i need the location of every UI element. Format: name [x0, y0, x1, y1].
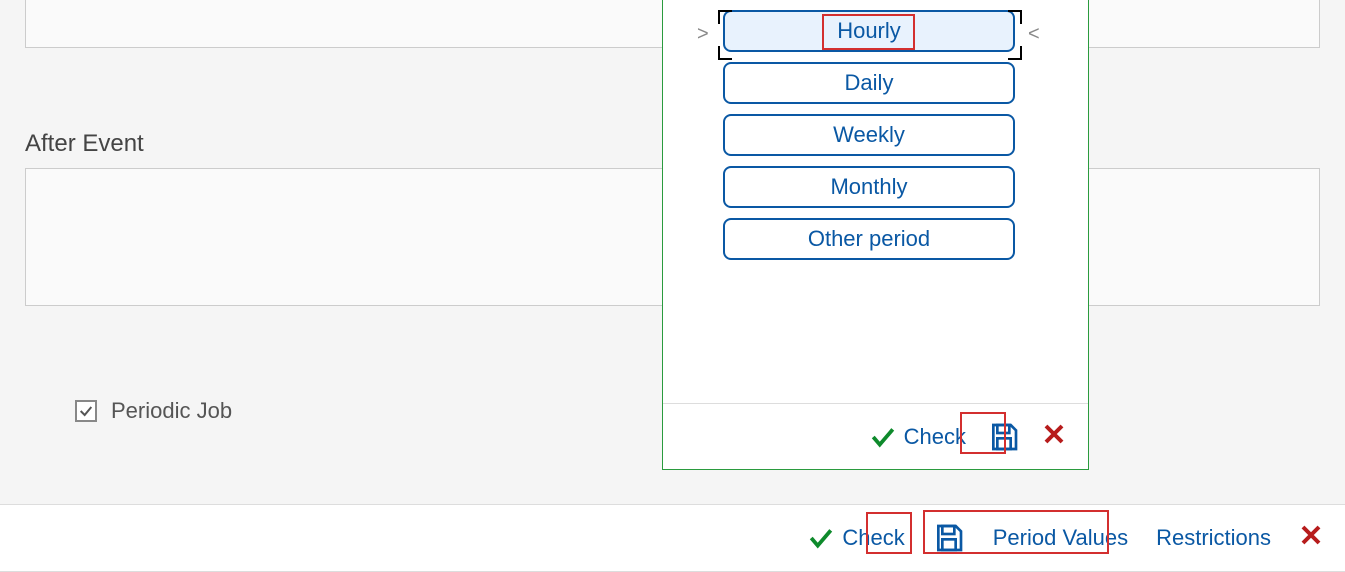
footer-restrictions-label: Restrictions — [1156, 525, 1271, 550]
close-icon — [1042, 422, 1066, 446]
footer-period-values-button[interactable]: Period Values — [993, 525, 1128, 551]
check-icon — [808, 525, 834, 551]
popup-check-label: Check — [904, 424, 966, 450]
selection-marker-right: < — [1028, 23, 1040, 46]
after-event-heading: After Event — [25, 130, 144, 158]
close-icon — [1299, 523, 1323, 547]
popup-save-button[interactable] — [988, 421, 1020, 453]
footer-restrictions-button[interactable]: Restrictions — [1156, 525, 1271, 551]
period-option-other[interactable]: Other period — [723, 218, 1015, 260]
period-option-list: Hourly Daily Weekly Monthly Other period — [663, 0, 1088, 260]
period-option-weekly[interactable]: Weekly — [723, 114, 1015, 156]
period-option-label: Weekly — [833, 122, 905, 148]
period-option-label: Hourly — [837, 18, 901, 44]
period-option-hourly[interactable]: Hourly — [723, 10, 1015, 52]
footer-check-label: Check — [842, 525, 904, 551]
periodic-job-checkbox[interactable] — [75, 400, 97, 422]
period-option-label: Other period — [808, 226, 930, 252]
period-option-label: Monthly — [830, 174, 907, 200]
period-option-label: Daily — [845, 70, 894, 96]
footer-check-button[interactable]: Check — [808, 525, 904, 551]
period-popup: Hourly Daily Weekly Monthly Other period… — [662, 0, 1089, 470]
footer-period-values-label: Period Values — [993, 525, 1128, 550]
popup-close-button[interactable] — [1042, 422, 1066, 452]
period-option-daily[interactable]: Daily — [723, 62, 1015, 104]
footer-close-button[interactable] — [1299, 523, 1323, 553]
selection-marker-left: > — [697, 23, 709, 46]
page-footer-bar: Check Period Values Restrictions — [0, 504, 1345, 572]
save-icon — [933, 522, 965, 554]
period-option-monthly[interactable]: Monthly — [723, 166, 1015, 208]
popup-check-button[interactable]: Check — [870, 424, 966, 450]
periodic-job-label: Periodic Job — [111, 398, 232, 424]
periodic-job-row: Periodic Job — [75, 398, 232, 424]
save-icon — [988, 421, 1020, 453]
check-icon — [78, 403, 94, 419]
popup-footer: Check — [663, 403, 1088, 469]
footer-save-button[interactable] — [933, 522, 965, 554]
check-icon — [870, 424, 896, 450]
